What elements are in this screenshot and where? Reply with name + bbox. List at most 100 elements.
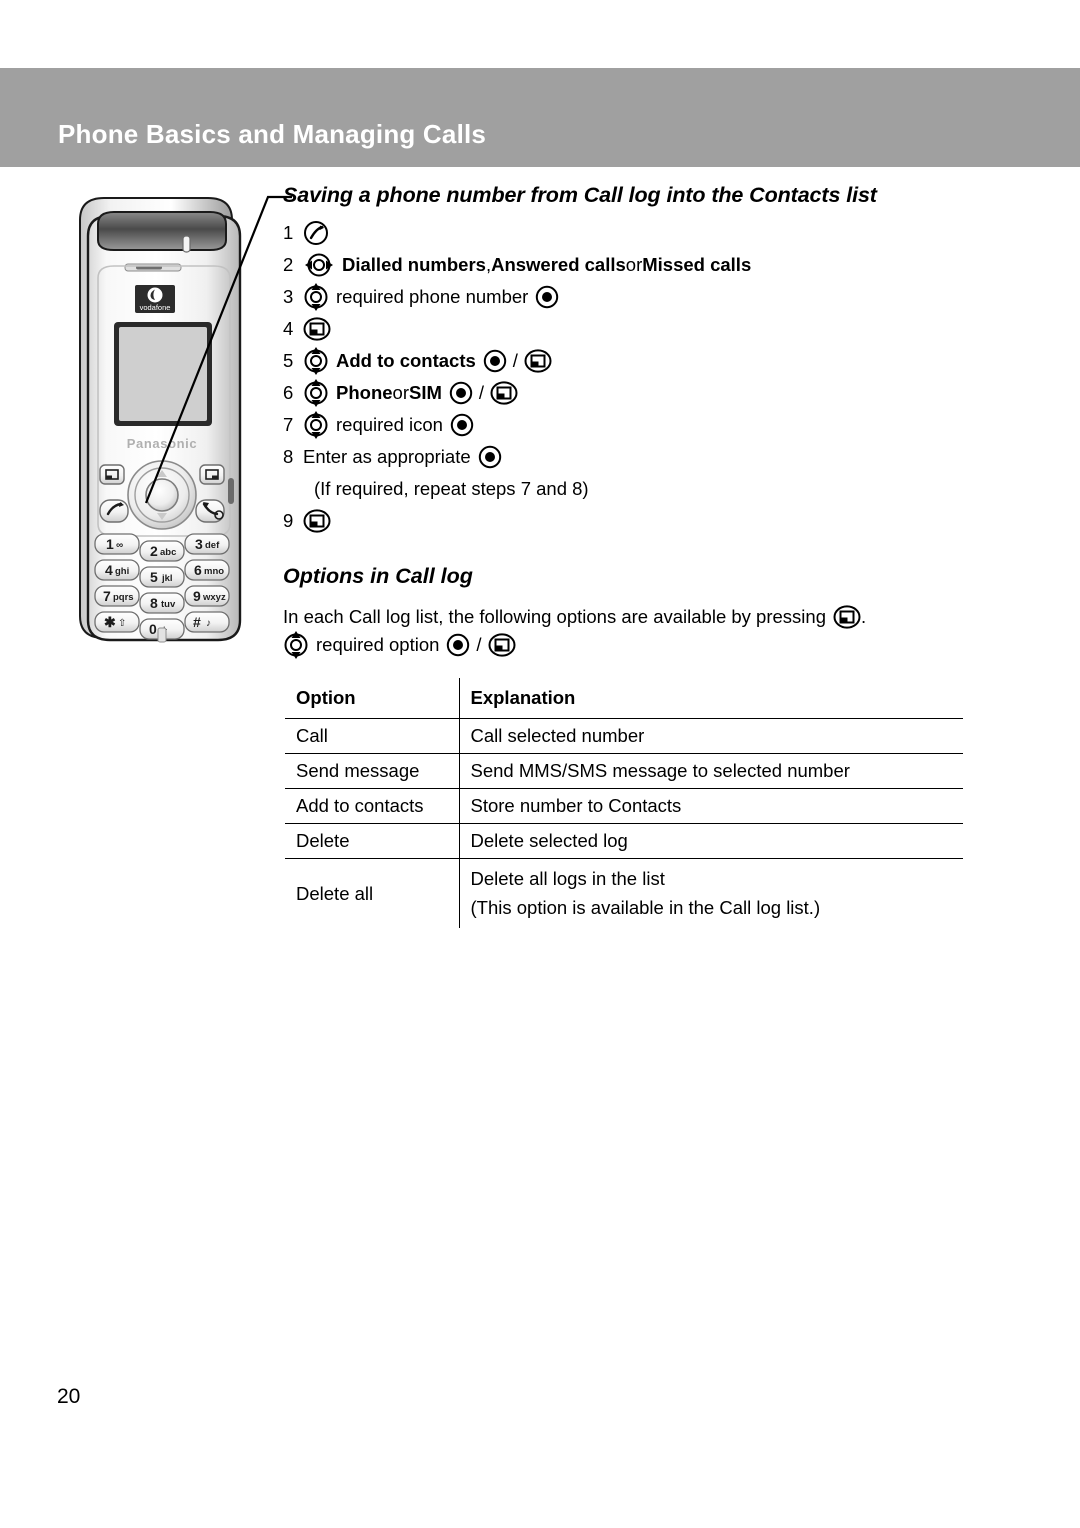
step-number: 4: [283, 318, 294, 339]
phone-screen: [114, 322, 212, 426]
svg-text:∞: ∞: [116, 540, 123, 551]
svg-text:tuv: tuv: [161, 599, 176, 610]
options-intro-text: In each Call log list, the following opt…: [283, 606, 826, 627]
procedure-steps: 1 2 Dialled numbers , Answered calls or …: [283, 217, 1023, 537]
step-9: 9: [283, 505, 1023, 537]
select-key-icon: [450, 413, 474, 437]
select-key-icon: [449, 381, 473, 405]
key-5: 5 jkl: [139, 566, 185, 588]
step-label-add-to-contacts: Add to contacts: [336, 350, 476, 371]
svg-text:2: 2: [150, 543, 158, 559]
svg-text:✱: ✱: [104, 614, 116, 630]
step-5: 5 Add to contacts /: [283, 345, 1023, 377]
svg-text:wxyz: wxyz: [202, 592, 226, 603]
cell-explanation-line: (This option is available in the Call lo…: [470, 896, 821, 918]
step-number: 7: [283, 414, 294, 435]
svg-text:abc: abc: [160, 547, 176, 558]
cell-explanation: Store number to Contacts: [458, 788, 963, 824]
svg-text:⇧: ⇧: [118, 618, 126, 629]
step-6: 6 Phone or SIM /: [283, 377, 1023, 409]
svg-text:mno: mno: [204, 566, 224, 577]
options-intro-paragraph: In each Call log list, the following opt…: [283, 603, 1023, 631]
nav-up-down-icon: [283, 630, 309, 660]
step-2: 2 Dialled numbers , Answered calls or Mi…: [283, 249, 1023, 281]
key-2: 2 abc: [139, 540, 185, 562]
key-hash: # ♪: [184, 611, 230, 633]
icon-separator: /: [478, 382, 485, 403]
subsection-heading: Options in Call log: [283, 564, 473, 588]
step-8: 8 Enter as appropriate: [283, 441, 1023, 473]
nav-left-right-icon: [303, 252, 335, 278]
svg-text:ghi: ghi: [115, 566, 129, 577]
svg-text:5: 5: [150, 569, 158, 585]
column-header-explanation: Explanation: [458, 678, 963, 719]
svg-text:def: def: [205, 540, 220, 551]
step-number: 3: [283, 286, 294, 307]
svg-text:vodafone: vodafone: [140, 303, 171, 312]
carrier-logo-badge: vodafone: [135, 285, 175, 313]
cell-option: Delete all: [285, 858, 460, 929]
cell-explanation: Delete all logs in the list (This option…: [458, 858, 963, 929]
step-label-dialled-numbers: Dialled numbers: [342, 254, 486, 275]
table-header-row: Option Explanation: [285, 678, 963, 719]
key-star: ✱ ⇧: [94, 611, 140, 633]
call-key-icon: [303, 220, 329, 246]
cell-explanation: Send MMS/SMS message to selected number: [458, 753, 963, 789]
column-header-option: Option: [285, 678, 460, 719]
cell-explanation-line: Delete all logs in the list: [470, 868, 665, 889]
options-intro-period: .: [860, 606, 867, 627]
svg-text:8: 8: [150, 595, 158, 611]
svg-text:jkl: jkl: [161, 573, 173, 584]
step-label-phone: Phone: [336, 382, 393, 403]
phone-top-strip: [97, 211, 227, 253]
step-label: required phone number: [336, 286, 529, 307]
navigation-wheel: [127, 460, 197, 530]
svg-text:4: 4: [105, 562, 113, 578]
key-3: 3 def: [184, 533, 230, 555]
page-number: 20: [57, 1385, 81, 1408]
end-key: [195, 499, 225, 523]
step-number: 6: [283, 382, 294, 403]
svg-text:9: 9: [193, 588, 201, 604]
left-softkey-icon: [833, 605, 861, 629]
step-label-missed-calls: Missed calls: [642, 254, 752, 275]
cell-option: Send message: [285, 753, 460, 789]
left-softkey-icon: [524, 349, 552, 373]
options-in-call-log-section: Options in Call log In each Call log lis…: [283, 564, 1023, 931]
svg-text:pqrs: pqrs: [113, 592, 134, 603]
options-select-label: required option: [316, 634, 440, 655]
left-softkey: [99, 464, 125, 485]
left-softkey-icon: [490, 381, 518, 405]
step-separator-or: or: [392, 382, 409, 403]
step-7: 7 required icon: [283, 409, 1023, 441]
select-key-icon: [446, 633, 470, 657]
step-label-answered-calls: Answered calls: [491, 254, 626, 275]
section-heading: Saving a phone number from Call log into…: [283, 183, 877, 207]
cell-explanation: Delete selected log: [458, 823, 963, 859]
cell-option: Call: [285, 718, 460, 754]
icon-separator: /: [512, 350, 518, 371]
step-number: 9: [283, 510, 294, 531]
call-key: [99, 499, 129, 523]
page-header-band: [0, 68, 1080, 167]
step-4: 4: [283, 313, 1023, 345]
key-6: 6 mno: [184, 559, 230, 581]
page-title: Phone Basics and Managing Calls: [58, 119, 487, 149]
select-key-icon: [478, 445, 502, 469]
nav-up-down-icon: [303, 346, 329, 376]
select-key-icon: [535, 285, 559, 309]
step-number: 2: [283, 254, 294, 275]
svg-text:0: 0: [149, 621, 157, 637]
content-column: Saving a phone number from Call log into…: [283, 183, 1023, 931]
options-select-line: required option /: [283, 631, 1023, 659]
icon-separator: /: [476, 634, 482, 655]
nav-up-down-icon: [303, 378, 329, 408]
key-7: 7 pqrs: [94, 585, 140, 607]
table-row: Delete all Delete all logs in the list (…: [285, 858, 963, 929]
key-9: 9 wxyz: [184, 585, 230, 607]
svg-text:#: #: [193, 614, 201, 630]
step-repeat-note: (If required, repeat steps 7 and 8): [314, 478, 589, 499]
nav-up-down-icon: [303, 282, 329, 312]
cell-option: Delete: [285, 823, 460, 859]
step-1: 1: [283, 217, 1023, 249]
